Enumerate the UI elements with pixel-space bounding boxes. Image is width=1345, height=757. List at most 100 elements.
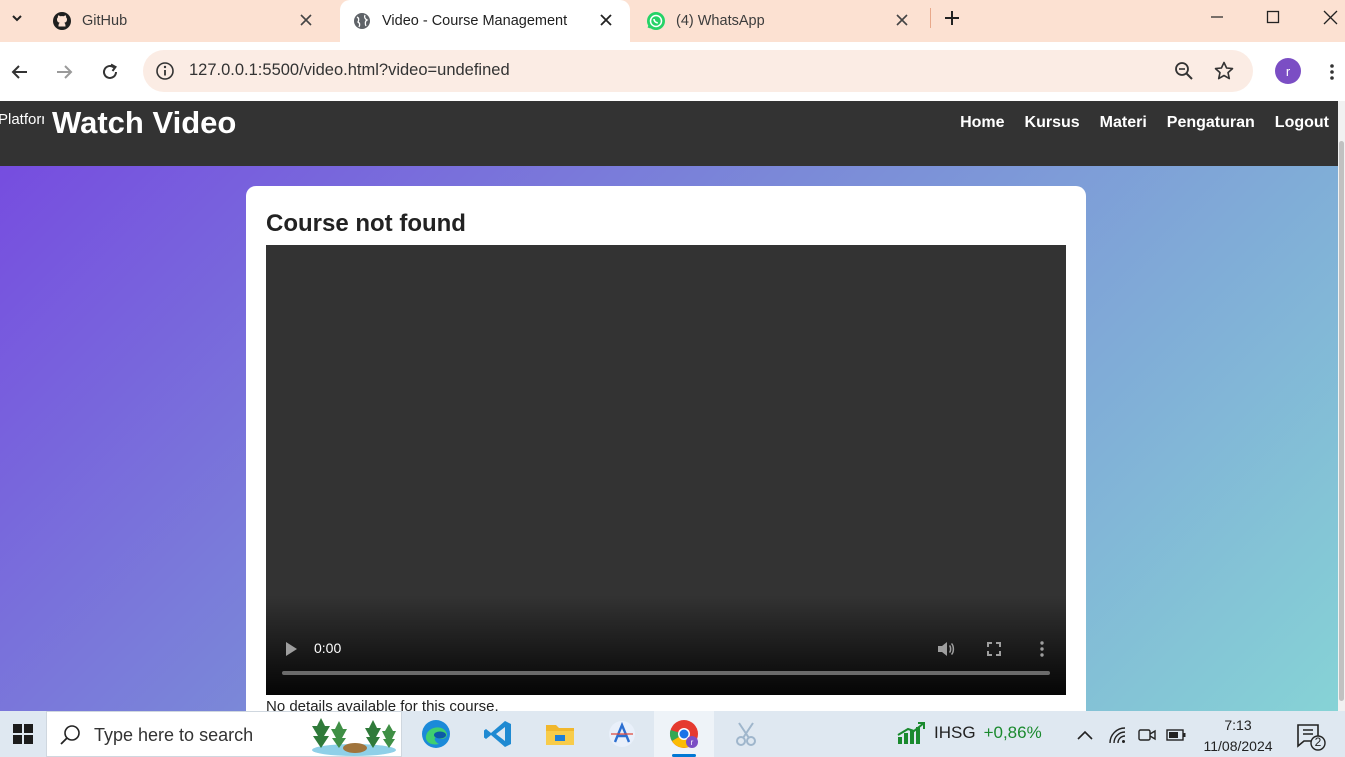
tab-github[interactable]: GitHub (40, 0, 330, 42)
tab-title: (4) WhatsApp (676, 13, 765, 29)
fullscreen-button[interactable] (983, 638, 1005, 660)
battery-status[interactable] (1165, 724, 1187, 746)
taskbar: Type here to search r IHSG +0,86% 7:13 1… (0, 711, 1345, 757)
taskbar-clock[interactable]: 7:13 11/08/2024 (1196, 715, 1280, 757)
app-a-icon (609, 721, 635, 747)
close-icon (300, 14, 312, 26)
tab-video-course-management[interactable]: Video - Course Management (340, 0, 630, 42)
nav-link-logout[interactable]: Logout (1275, 114, 1329, 132)
tab-close-button[interactable] (892, 10, 912, 30)
reload-icon (103, 63, 117, 79)
arrow-left-icon (11, 65, 27, 79)
site-info-icon[interactable] (155, 61, 175, 81)
maximize-button[interactable] (1245, 0, 1301, 34)
site-nav: Home Kursus Materi Pengaturan Logout (960, 114, 1329, 132)
show-hidden-icons-button[interactable] (1074, 724, 1096, 746)
mute-button[interactable] (935, 638, 957, 660)
address-bar[interactable]: 127.0.0.1:5500/video.html?video=undefine… (143, 50, 1253, 92)
taskbar-search-box[interactable]: Type here to search (46, 711, 402, 757)
notification-count: 2 (1314, 735, 1322, 749)
taskbar-vscode[interactable] (468, 711, 528, 757)
url-text: 127.0.0.1:5500/video.html?video=undefine… (189, 61, 510, 79)
taskbar-chrome[interactable]: r (654, 711, 714, 757)
play-button[interactable] (280, 638, 302, 660)
profile-avatar[interactable]: r (1275, 58, 1301, 84)
chevron-up-icon (1077, 730, 1093, 740)
page-scrollbar[interactable] (1338, 101, 1345, 711)
meet-now-button[interactable] (1136, 724, 1158, 746)
arrow-right-icon (57, 65, 73, 79)
new-tab-button[interactable] (940, 6, 964, 30)
video-progress-bar[interactable] (282, 671, 1050, 675)
more-vertical-icon (1330, 64, 1334, 80)
search-placeholder: Type here to search (94, 725, 254, 745)
fullscreen-icon (987, 642, 1001, 656)
video-options-button[interactable] (1031, 638, 1053, 660)
plus-icon (945, 11, 959, 25)
course-heading: Course not found (266, 210, 466, 237)
video-player[interactable]: 0:00 (266, 245, 1066, 695)
clock-date: 11/08/2024 (1203, 738, 1273, 754)
search-icon (60, 725, 80, 745)
edge-icon (422, 720, 450, 748)
clock-time: 7:13 (1224, 717, 1252, 733)
nav-link-materi[interactable]: Materi (1100, 114, 1147, 132)
forward-button[interactable] (51, 59, 77, 85)
wifi-icon (1109, 727, 1126, 744)
notifications-button[interactable]: 2 (1296, 723, 1328, 751)
close-icon (1323, 10, 1337, 24)
stock-widget[interactable]: IHSG +0,86% (896, 721, 1042, 745)
taskbar-app-a[interactable] (592, 711, 652, 757)
start-button[interactable] (0, 711, 46, 757)
maximize-icon (1266, 10, 1280, 24)
tab-search-dropdown[interactable] (4, 5, 30, 31)
page-title: Watch Video (52, 105, 237, 140)
close-icon (600, 14, 612, 26)
nav-link-home[interactable]: Home (960, 114, 1004, 132)
camera-icon (1138, 729, 1156, 741)
video-time: 0:00 (314, 640, 342, 656)
taskbar-file-explorer[interactable] (530, 711, 590, 757)
stock-change: +0,86% (983, 723, 1042, 742)
search-highlight-trees-icon (312, 718, 396, 756)
more-vertical-icon (1040, 641, 1044, 657)
back-button[interactable] (7, 59, 33, 85)
globe-icon (352, 11, 372, 31)
tab-separator (930, 8, 931, 28)
window-close-button[interactable] (1302, 0, 1345, 34)
tab-close-button[interactable] (596, 10, 616, 30)
volume-icon (938, 642, 955, 656)
github-icon (52, 11, 72, 31)
course-description: No details available for this course. (266, 698, 499, 711)
vscode-icon (484, 721, 511, 747)
folder-icon (546, 725, 574, 745)
platform-logo[interactable]: Platform Logo (0, 107, 44, 133)
browser-menu-button[interactable] (1320, 59, 1344, 85)
minimize-button[interactable] (1189, 0, 1245, 34)
whatsapp-icon (646, 11, 666, 31)
page-viewport: Platform Logo Watch Video Home Kursus Ma… (0, 101, 1338, 711)
browser-tab-strip: GitHub Video - Course Management (4) Wha… (0, 0, 1345, 42)
bookmark-star-icon[interactable] (1213, 60, 1235, 82)
stock-name: IHSG (934, 723, 976, 742)
windows-logo-icon (13, 724, 33, 744)
tab-close-button[interactable] (296, 10, 316, 30)
taskbar-snipping-tool[interactable] (716, 711, 776, 757)
zoom-icon[interactable] (1173, 60, 1195, 82)
scrollbar-thumb[interactable] (1339, 141, 1344, 701)
tab-whatsapp[interactable]: (4) WhatsApp (636, 0, 926, 42)
minimize-icon (1211, 16, 1223, 18)
tab-title: Video - Course Management (382, 13, 568, 29)
reload-button[interactable] (97, 59, 123, 85)
browser-toolbar: 127.0.0.1:5500/video.html?video=undefine… (0, 42, 1345, 101)
chevron-down-icon (12, 15, 22, 22)
chrome-icon: r (669, 720, 698, 748)
play-icon (286, 642, 297, 656)
stock-up-chart-icon (897, 722, 925, 744)
network-status[interactable] (1106, 724, 1128, 746)
taskbar-edge[interactable] (406, 711, 466, 757)
nav-link-kursus[interactable]: Kursus (1025, 114, 1080, 132)
snipping-tool-icon (736, 722, 756, 746)
nav-link-pengaturan[interactable]: Pengaturan (1167, 114, 1255, 132)
close-icon (896, 14, 908, 26)
